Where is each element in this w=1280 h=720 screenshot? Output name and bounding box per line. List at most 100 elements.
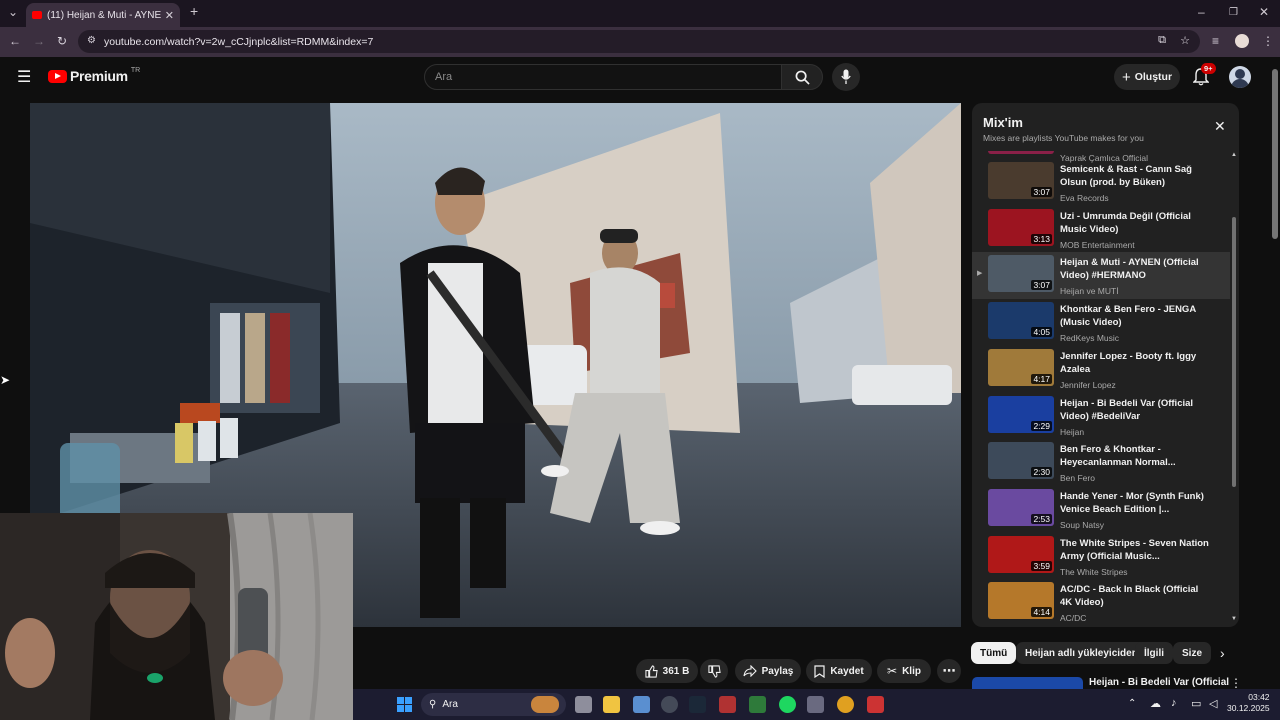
partial-thumbnail[interactable] bbox=[988, 151, 1054, 154]
playlist-items: Yaprak Çamlıca Official 3:07 Semicenk & R… bbox=[972, 151, 1230, 627]
playlist-item[interactable]: 2:29 Heijan - Bi Bedeli Var (Official Vid… bbox=[972, 393, 1230, 440]
playlist-item-thumbnail[interactable]: 3:07 bbox=[988, 162, 1054, 199]
recorder-icon[interactable] bbox=[867, 696, 884, 713]
forward-icon[interactable]: → bbox=[33, 34, 45, 48]
hamburger-menu-icon[interactable]: ☰ bbox=[17, 67, 31, 87]
playlist-item-duration: 4:17 bbox=[1031, 373, 1052, 384]
filter-chip[interactable]: İlgili bbox=[1135, 642, 1173, 664]
tab-search-icon[interactable]: ⌄ bbox=[8, 5, 18, 19]
tray-mic-icon[interactable]: ♪ bbox=[1171, 697, 1177, 709]
more-actions-button[interactable]: ⋯ bbox=[937, 659, 961, 683]
taskbar-clock[interactable]: 03:42 30.12.2025 bbox=[1227, 692, 1270, 714]
playlist-item-channel: AC/DC bbox=[1060, 613, 1087, 624]
youtube-premium-logo[interactable]: Premium TR bbox=[48, 67, 140, 84]
playlist-item[interactable]: 4:14 AC/DC - Back In Black (Official 4K V… bbox=[972, 579, 1230, 626]
related-video-title[interactable]: Heijan - Bi Bedeli Var (Official bbox=[1089, 677, 1229, 688]
voice-search-button[interactable] bbox=[832, 63, 860, 91]
widgets-icon[interactable] bbox=[633, 696, 650, 713]
windows-start-icon[interactable] bbox=[397, 697, 412, 712]
chips-next-icon[interactable]: › bbox=[1220, 645, 1225, 661]
reload-icon[interactable]: ↻ bbox=[57, 34, 67, 48]
playlist-item-title[interactable]: Khontkar & Ben Fero - JENGA (Music Video… bbox=[1060, 303, 1210, 329]
playlist-item-title[interactable]: AC/DC - Back In Black (Official 4K Video… bbox=[1060, 583, 1210, 609]
playlist-item-title[interactable]: Heijan - Bi Bedeli Var (Official Video) … bbox=[1060, 397, 1210, 423]
playlist-item[interactable]: 2:53 Hande Yener - Mor (Synth Funk) Venic… bbox=[972, 486, 1230, 533]
maximize-button[interactable]: ❐ bbox=[1229, 7, 1238, 18]
search-button[interactable] bbox=[781, 64, 823, 90]
share-button[interactable]: Paylaş bbox=[735, 659, 801, 683]
playlist-item-title[interactable]: Jennifer Lopez - Booty ft. Iggy Azalea bbox=[1060, 350, 1210, 376]
like-button[interactable]: 361 B bbox=[636, 659, 698, 683]
playlist-item[interactable]: 3:59 The White Stripes - Seven Nation Arm… bbox=[972, 533, 1230, 580]
account-avatar[interactable] bbox=[1229, 66, 1251, 88]
filter-chip[interactable]: Tümü bbox=[971, 642, 1017, 664]
tab-close-icon[interactable]: ✕ bbox=[165, 9, 174, 22]
related-video-menu-icon[interactable]: ⋮ bbox=[1230, 676, 1242, 690]
terminal-icon[interactable] bbox=[749, 696, 766, 713]
notifications-button[interactable]: 9+ bbox=[1192, 63, 1216, 91]
playlist-item-thumbnail[interactable]: 4:17 bbox=[988, 348, 1054, 386]
playlist-item[interactable]: 3:07 Semicenk & Rast - Canın Sağ Olsun (p… bbox=[972, 159, 1230, 206]
filter-chip[interactable]: Heijan adlı yükleyiciden bbox=[1016, 642, 1147, 664]
taskbar-search[interactable]: ⚲ Ara bbox=[421, 693, 566, 716]
window-close-button[interactable]: ✕ bbox=[1259, 5, 1269, 19]
chrome-icon[interactable] bbox=[837, 696, 854, 713]
app-window-icon[interactable] bbox=[807, 696, 824, 713]
playlist-item-thumbnail[interactable]: 4:05 bbox=[988, 302, 1054, 340]
browser-tab[interactable]: (11) Heijan & Muti - AYNEN (Of ✕ bbox=[26, 3, 180, 27]
playlist-item[interactable]: 2:30 Ben Fero & Khontkar - Heyecanlanman … bbox=[972, 439, 1230, 486]
playlist-item-title[interactable]: Uzi - Umrumda Değil (Official Music Vide… bbox=[1060, 210, 1210, 236]
onedrive-icon[interactable]: ☁ bbox=[1150, 697, 1161, 710]
minimize-button[interactable]: – bbox=[1198, 5, 1205, 19]
site-info-icon[interactable]: ⚙ bbox=[87, 35, 96, 46]
chrome-menu-icon[interactable]: ⋮ bbox=[1262, 34, 1274, 48]
create-button[interactable]: + Oluştur bbox=[1114, 64, 1180, 90]
steam-icon[interactable] bbox=[689, 696, 706, 713]
playlist-title[interactable]: Mix'im bbox=[983, 115, 1023, 130]
playlist-item-thumbnail[interactable]: 3:07 bbox=[988, 255, 1054, 293]
tab-media-icon[interactable]: ≡ bbox=[1212, 34, 1219, 48]
scroll-up-icon[interactable]: ▲ bbox=[1231, 152, 1237, 158]
playlist-item-thumbnail[interactable]: 2:29 bbox=[988, 395, 1054, 433]
playlist-item-thumbnail[interactable]: 2:30 bbox=[988, 442, 1054, 480]
playlist-item-thumbnail[interactable]: 3:13 bbox=[988, 208, 1054, 246]
playlist-item-thumbnail[interactable]: 3:59 bbox=[988, 535, 1054, 573]
volume-icon[interactable]: ◁ bbox=[1209, 697, 1217, 710]
save-button[interactable]: Kaydet bbox=[806, 659, 872, 683]
playlist-item[interactable]: 4:05 Khontkar & Ben Fero - JENGA (Music V… bbox=[972, 299, 1230, 346]
address-bar[interactable]: ⚙ youtube.com/watch?v=2w_cCJjnplc&list=R… bbox=[78, 30, 1200, 53]
close-playlist-icon[interactable]: ✕ bbox=[1214, 118, 1226, 135]
related-video-thumbnail[interactable] bbox=[972, 677, 1083, 689]
playlist-item-title[interactable]: Ben Fero & Khontkar - Heyecanlanman Norm… bbox=[1060, 443, 1210, 469]
playlist-item[interactable]: 3:13 Uzi - Umrumda Değil (Official Music … bbox=[972, 206, 1230, 253]
new-tab-button[interactable]: + bbox=[190, 3, 198, 19]
game-launcher-icon[interactable] bbox=[719, 696, 736, 713]
page-scrollbar-thumb[interactable] bbox=[1272, 69, 1278, 239]
profile-avatar[interactable] bbox=[1235, 34, 1249, 48]
tray-expand-icon[interactable]: ⌃ bbox=[1128, 698, 1136, 709]
install-app-icon[interactable]: ⧉ bbox=[1158, 34, 1166, 47]
playlist-item-title[interactable]: Semicenk & Rast - Canın Sağ Olsun (prod.… bbox=[1060, 163, 1210, 189]
filter-chip[interactable]: Size bbox=[1173, 642, 1212, 664]
clip-button[interactable]: ✂ Klip bbox=[877, 659, 931, 683]
playlist-item-thumbnail[interactable]: 4:14 bbox=[988, 582, 1054, 620]
bookmark-star-icon[interactable]: ☆ bbox=[1180, 34, 1190, 47]
playlist-item-title[interactable]: The White Stripes - Seven Nation Army (O… bbox=[1060, 537, 1210, 563]
playlist-scrollbar-thumb[interactable] bbox=[1232, 217, 1236, 487]
file-explorer-icon[interactable] bbox=[603, 696, 620, 713]
back-icon[interactable]: ← bbox=[9, 34, 21, 48]
discord-icon[interactable] bbox=[661, 696, 678, 713]
playlist-item[interactable]: ▶ 3:07 Heijan & Muti - AYNEN (Official Vid… bbox=[972, 252, 1230, 300]
spotify-icon[interactable] bbox=[779, 696, 796, 713]
network-icon[interactable]: ▭ bbox=[1191, 697, 1201, 710]
scroll-down-icon[interactable]: ▼ bbox=[1231, 616, 1237, 622]
playlist-scrollbar[interactable]: ▲ ▼ bbox=[1230, 151, 1239, 627]
playlist-item-title[interactable]: Heijan & Muti - AYNEN (Official Video) #… bbox=[1060, 256, 1210, 282]
task-view-icon[interactable] bbox=[575, 696, 592, 713]
page-scrollbar[interactable] bbox=[1270, 57, 1280, 689]
search-input[interactable]: Ara bbox=[424, 64, 782, 90]
dislike-button[interactable] bbox=[700, 659, 728, 683]
playlist-item[interactable]: 4:17 Jennifer Lopez - Booty ft. Iggy Azal… bbox=[972, 346, 1230, 393]
playlist-item-thumbnail[interactable]: 2:53 bbox=[988, 488, 1054, 526]
playlist-item-title[interactable]: Hande Yener - Mor (Synth Funk) Venice Be… bbox=[1060, 490, 1210, 516]
